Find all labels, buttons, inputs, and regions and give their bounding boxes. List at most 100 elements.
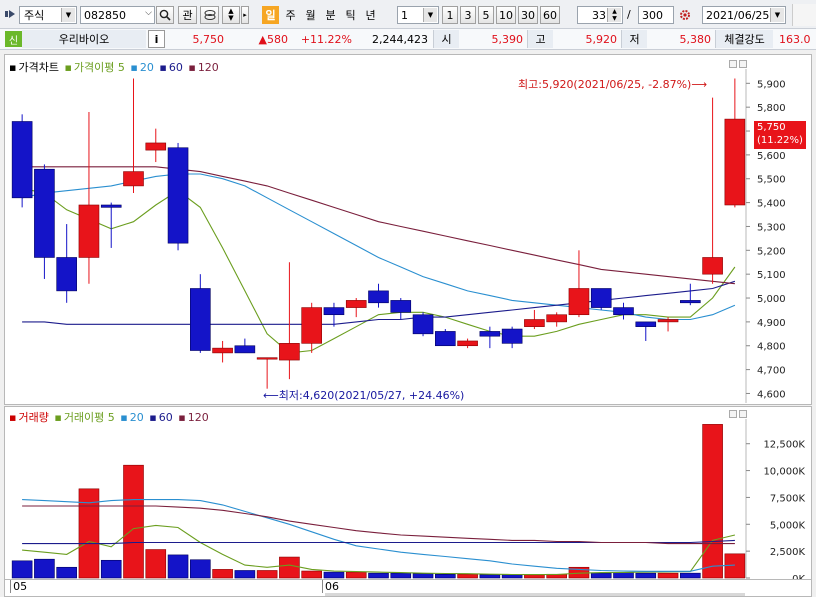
link-button[interactable] [200,6,219,24]
volume-bar [435,573,456,579]
chart-scrollbar[interactable] [325,593,745,596]
candle-body [412,314,434,335]
candle-body [568,288,590,316]
chevron-down-icon[interactable]: ▼ [423,8,437,22]
y-tick-label: 5,200 [757,246,786,257]
scroll-up-down-button[interactable]: ▲ ▼ [222,6,240,24]
search-button[interactable] [156,6,174,24]
volume-chart-panel: ▪거래량 ▪거래이평 5 ▪20 ▪60 ▪120 0K2,500K5,000K… [4,406,812,580]
quick-interval-5[interactable]: 5 [478,6,494,24]
trade-volume: 2,244,423 [372,32,428,46]
price-change-percent: +11.22% [300,32,352,46]
interval-select[interactable]: 1 ▼ [397,6,439,24]
count-separator: / [627,8,631,21]
volume-bar [479,574,501,579]
gear-icon [680,10,690,20]
candle-body [34,168,55,258]
volume-bar [635,572,657,579]
link-icon [204,10,215,20]
candle-body [190,288,211,351]
market-select[interactable]: 주식 ▼ [19,6,77,24]
candle-body [546,314,567,323]
y-tick-label: 5,100 [757,270,786,281]
candle-body [368,290,389,304]
tab-period-week[interactable]: 주 [282,6,299,24]
candle-body [11,121,33,199]
chevron-down-icon[interactable]: ▼ [61,8,75,22]
strength-label: 체결강도 [715,30,773,48]
tab-period-tick[interactable]: 틱 [342,6,359,24]
candle-body [680,300,701,304]
volume-bar [279,556,300,579]
side-panel-toggle[interactable] [792,4,816,26]
quick-interval-buttons: 1 3 5 10 30 60 [442,6,560,24]
candle-body [212,347,233,354]
candle-body [435,331,456,347]
tab-period-day[interactable]: 일 [262,6,279,24]
view-count-value: 33 [592,8,606,22]
tab-period-year[interactable]: 년 [362,6,379,24]
price-chart-canvas: 4,600 4,700 4,800 4,900 5,000 5,100 5,200 5,300… [11,69,786,403]
quick-interval-1[interactable]: 1 [442,6,458,24]
candle-body [479,331,501,337]
chevron-down-icon[interactable]: ▼ [770,8,784,22]
volume-bar [323,571,345,579]
tab-period-month[interactable]: 월 [302,6,319,24]
market-select-value: 주식 [24,9,45,22]
interest-button[interactable]: 관 [178,6,197,24]
y-tick-label: 5,900 [757,79,786,90]
view-count-stepper[interactable]: 33 ▲ ▼ [577,6,623,24]
volume-bar [390,572,412,579]
x-axis-bar: 05 06 [4,580,812,597]
search-icon [159,9,171,21]
stepper-arrows-icon[interactable]: ▲ ▼ [607,8,621,22]
stock-code-input[interactable]: 082850 ⌵ [80,6,155,24]
y-tick-label: 4,600 [757,389,786,400]
y-tick-label: 12,500K [763,440,805,451]
quick-interval-10[interactable]: 10 [496,6,516,24]
volume-bar [234,570,256,579]
quick-interval-30[interactable]: 30 [518,6,538,24]
low-price: 5,380 [679,32,712,46]
chevron-down-icon[interactable]: ⌵ [145,8,152,18]
candle-body [345,300,367,308]
date-picker[interactable]: 2021/06/25 ▼ [702,6,786,24]
stock-name[interactable]: 우리바이오 [22,30,146,48]
volume-bar [212,569,233,579]
tab-period-minute[interactable]: 분 [322,6,339,24]
volume-bar [167,554,189,579]
high-price: 5,920 [585,32,618,46]
volume-bar [345,571,367,579]
candle-body [657,319,679,323]
candle-body [524,319,545,327]
y-tick-label: 5,600 [757,151,786,162]
quick-interval-3[interactable]: 3 [460,6,476,24]
settings-button[interactable] [676,6,694,24]
candle-body [501,328,523,344]
quick-interval-60[interactable]: 60 [540,6,560,24]
total-count-input[interactable]: 300 [638,6,674,24]
arrow-down-icon: ▼ [228,14,234,22]
candle-body [635,321,657,327]
y-tick-label: 7,500K [770,493,806,504]
y-tick-label: 5,500 [757,175,786,186]
y-tick-label: 4,800 [757,342,786,353]
total-count-value: 300 [642,8,663,22]
candle-body [301,307,322,344]
volume-bar [123,464,144,579]
candle-body [613,307,634,316]
current-price-tag: 5,750 (11.22%) [754,121,806,149]
high-annotation: 최고:5,920(2021/06/25, -2.87%)⟶ [518,78,708,91]
volume-bar [412,573,434,579]
volume-bar [256,570,278,579]
toolbar: 주식 ▼ 082850 ⌵ 관 ▲ ▼ ▸ 일 주 월 분 틱 년 1 ▼ 1 3… [0,0,816,29]
y-tick-label: 5,000K [770,520,806,531]
volume-bar [501,574,523,579]
price-change: ▲580 [258,32,288,46]
more-button[interactable]: ▸ [241,6,249,24]
volume-bar [11,560,33,579]
y-tick-label: 5,000 [757,294,786,305]
current-price-tag-percent: (11.22%) [757,135,803,146]
stock-info-button[interactable]: i [148,30,165,48]
candle-body [590,288,612,308]
